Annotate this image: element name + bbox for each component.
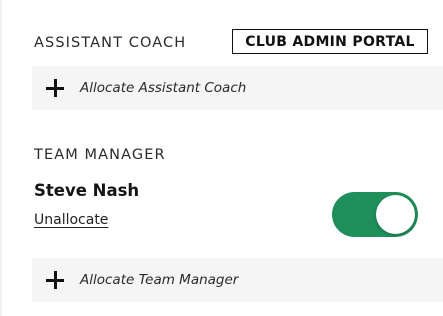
team-manager-name: Steve Nash (34, 181, 140, 200)
allocate-team-manager-label: Allocate Team Manager (80, 272, 239, 288)
team-manager-toggle[interactable] (332, 192, 418, 237)
plus-icon (46, 271, 64, 289)
club-admin-page: ASSISTANT COACH CLUB ADMIN PORTAL Alloca… (0, 0, 443, 316)
club-admin-portal-badge: CLUB ADMIN PORTAL (232, 29, 428, 54)
toggle-knob (376, 195, 415, 234)
allocate-assistant-coach-label: Allocate Assistant Coach (80, 80, 247, 96)
plus-icon (46, 79, 64, 97)
allocate-assistant-coach-button[interactable]: Allocate Assistant Coach (32, 66, 443, 110)
unallocate-link[interactable]: Unallocate (34, 212, 108, 228)
assistant-coach-heading: ASSISTANT COACH (34, 35, 187, 51)
allocate-team-manager-button[interactable]: Allocate Team Manager (32, 258, 443, 302)
team-manager-heading: TEAM MANAGER (34, 147, 166, 163)
left-divider (0, 0, 2, 316)
